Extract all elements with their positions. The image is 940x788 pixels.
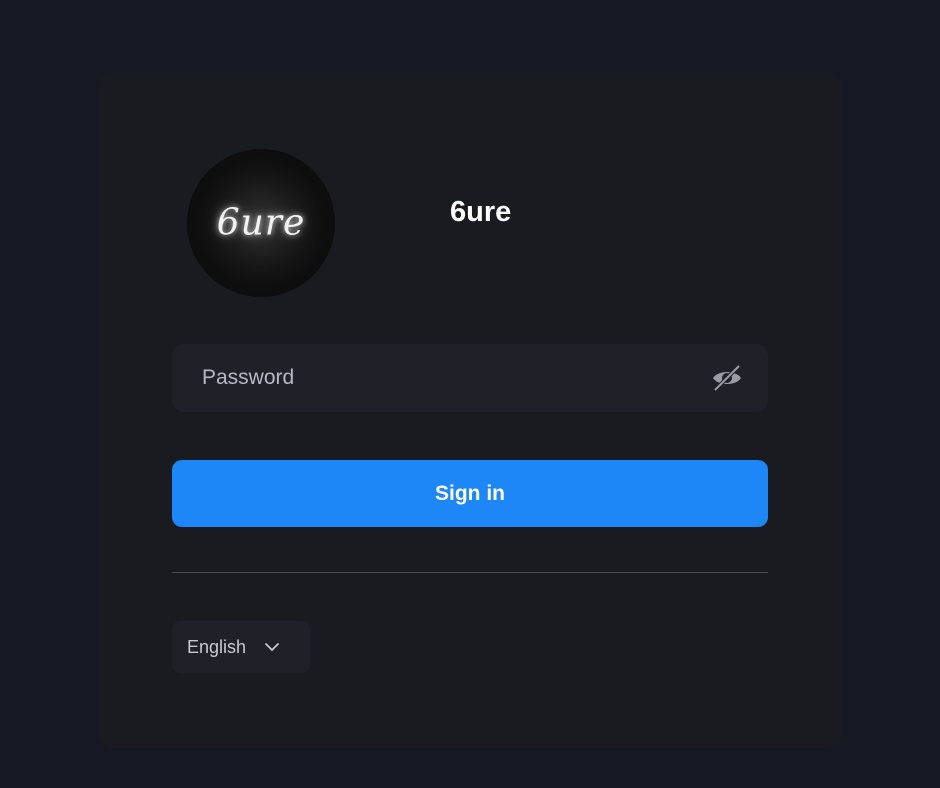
password-input[interactable]	[172, 344, 768, 412]
brand-logo-icon: 6ure	[187, 149, 335, 297]
language-label: English	[187, 636, 247, 657]
divider	[172, 572, 768, 573]
eye-slash-icon[interactable]	[710, 362, 744, 394]
logo-wordmark: 6ure	[216, 202, 306, 244]
language-select[interactable]: English	[172, 621, 310, 673]
chevron-down-icon	[265, 643, 279, 651]
password-field[interactable]	[172, 344, 768, 412]
brand-title: 6ure	[450, 196, 512, 228]
login-card: 6ure 6ure Sign in English	[98, 72, 842, 748]
sign-in-button[interactable]: Sign in	[172, 460, 768, 527]
